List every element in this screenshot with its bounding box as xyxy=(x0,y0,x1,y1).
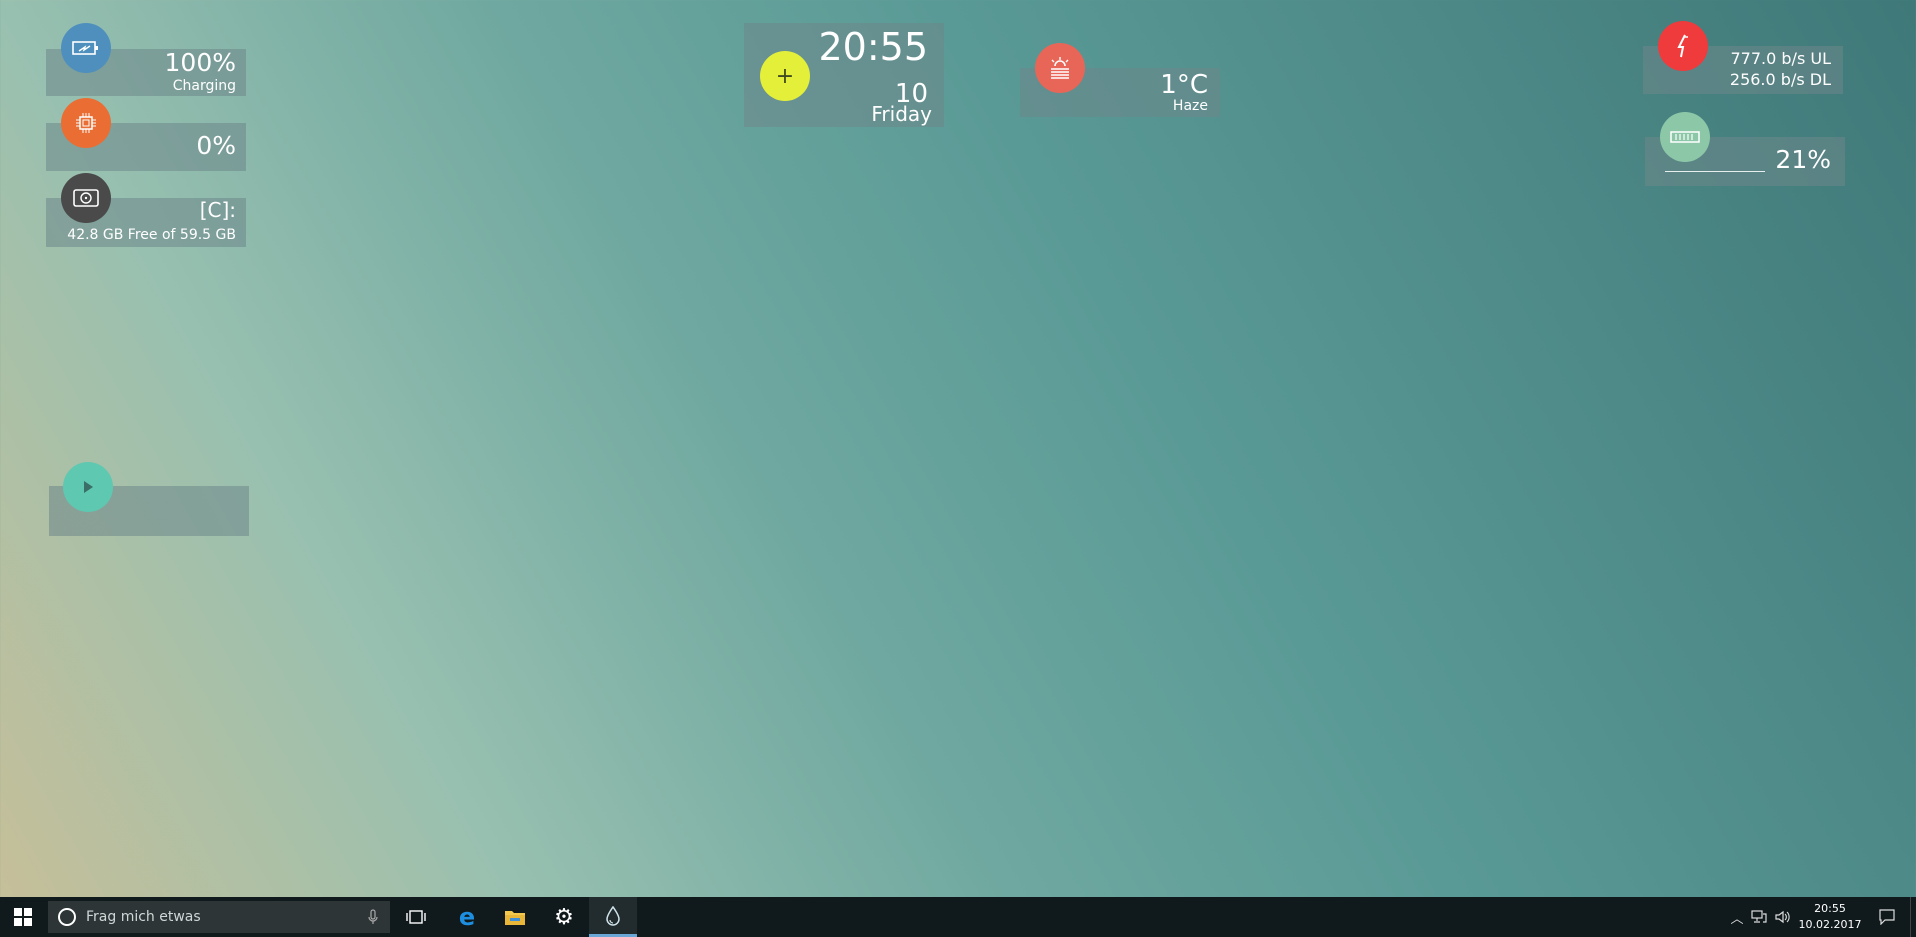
weather-haze-icon[interactable] xyxy=(1035,43,1085,93)
clock-time: 20:55 xyxy=(818,25,928,69)
taskbar-date: 10.02.2017 xyxy=(1798,918,1862,931)
wired-network-icon xyxy=(1751,910,1767,923)
chevron-up-icon: ︿ xyxy=(1730,911,1744,927)
network-upload: 777.0 b/s UL xyxy=(1731,49,1832,68)
windows-icon xyxy=(14,908,32,926)
search-box[interactable]: Frag mich etwas xyxy=(48,901,390,933)
network-tray-button[interactable] xyxy=(1748,897,1770,937)
ram-icon[interactable] xyxy=(1660,112,1710,162)
play-button[interactable] xyxy=(63,462,113,512)
show-desktop-button[interactable] xyxy=(1910,897,1916,937)
taskbar-time: 20:55 xyxy=(1814,902,1846,915)
add-button[interactable]: + xyxy=(760,51,810,101)
cpu-percent: 0% xyxy=(196,131,236,160)
file-explorer-button[interactable] xyxy=(491,897,539,937)
network-icon[interactable] xyxy=(1658,21,1708,71)
cpu-icon[interactable] xyxy=(61,98,111,148)
notification-icon xyxy=(1879,909,1895,925)
search-placeholder: Frag mich etwas xyxy=(86,909,201,925)
download-rate: 256.0 b/s xyxy=(1729,70,1805,89)
taskbar: Frag mich etwas e ⚙ ︿ 20:55 10.02.2017 xyxy=(0,897,1916,937)
download-unit: DL xyxy=(1809,70,1831,89)
ram-usage-bar xyxy=(1665,171,1765,172)
weather-condition: Haze xyxy=(1172,98,1208,114)
weather-temperature: 1°C xyxy=(1160,70,1208,100)
battery-percent: 100% xyxy=(164,48,236,77)
action-center-button[interactable] xyxy=(1872,897,1902,937)
settings-button[interactable]: ⚙ xyxy=(540,897,588,937)
disk-label: [C]: xyxy=(199,198,236,222)
upload-unit: UL xyxy=(1810,49,1831,68)
network-download: 256.0 b/s DL xyxy=(1730,70,1831,89)
droplet-icon xyxy=(606,905,620,926)
ram-percent: 21% xyxy=(1775,145,1831,174)
desktop: 100% Charging 0% [C]: 42.8 GB Free of 59… xyxy=(0,0,1916,897)
upload-rate: 777.0 b/s xyxy=(1730,49,1806,68)
gear-icon: ⚙ xyxy=(554,904,574,930)
plus-icon: + xyxy=(775,63,795,89)
task-view-icon xyxy=(406,910,426,924)
rainmeter-button[interactable] xyxy=(589,897,637,937)
battery-status: Charging xyxy=(172,78,236,94)
start-button[interactable] xyxy=(0,897,46,937)
folder-icon xyxy=(505,911,525,925)
taskbar-clock[interactable]: 20:55 10.02.2017 xyxy=(1790,901,1870,933)
microphone-icon[interactable] xyxy=(368,909,378,929)
edge-button[interactable]: e xyxy=(443,897,491,937)
show-hidden-icons-button[interactable]: ︿ xyxy=(1728,897,1746,937)
speaker-icon xyxy=(1775,910,1790,924)
cortana-icon xyxy=(58,908,76,926)
edge-icon: e xyxy=(458,903,476,931)
disk-icon[interactable] xyxy=(61,173,111,223)
battery-icon[interactable] xyxy=(61,23,111,73)
task-view-button[interactable] xyxy=(392,897,440,937)
disk-detail: 42.8 GB Free of 59.5 GB xyxy=(67,227,236,243)
clock-weekday: Friday xyxy=(871,102,932,126)
